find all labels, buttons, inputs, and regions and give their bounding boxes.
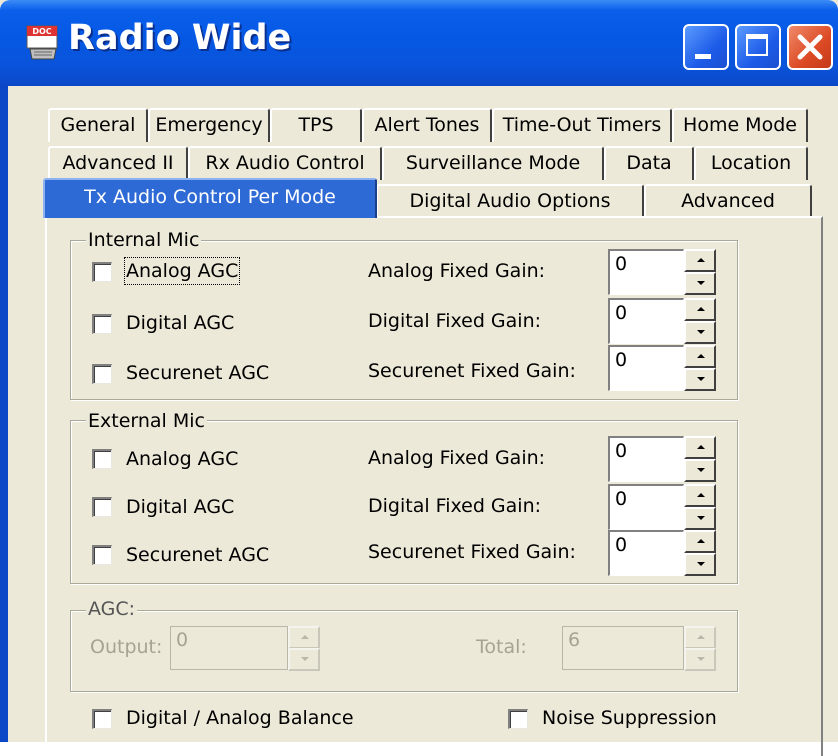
external-digital-agc-label[interactable]: Digital AGC <box>126 495 234 519</box>
external-digital-gain-up-button[interactable] <box>684 484 716 507</box>
external-securenet-gain-up-button[interactable] <box>684 530 716 553</box>
external-analog-agc-checkbox[interactable] <box>92 449 112 469</box>
noise-suppression-checkbox[interactable] <box>508 709 528 729</box>
arrow-down-icon <box>697 562 705 566</box>
arrow-up-icon <box>697 635 705 639</box>
internal-digital-gain-label: Digital Fixed Gain: <box>368 310 542 332</box>
external-mic-title: External Mic <box>86 410 207 432</box>
external-securenet-gain-down-button[interactable] <box>684 553 716 576</box>
external-securenet-gain-label: Securenet Fixed Gain: <box>368 541 576 563</box>
external-analog-gain-input[interactable]: 0 <box>608 436 684 482</box>
external-analog-gain-label: Analog Fixed Gain: <box>368 447 546 469</box>
internal-digital-gain-up-button[interactable] <box>684 298 716 321</box>
arrow-down-icon <box>697 281 705 285</box>
external-digital-gain-input[interactable]: 0 <box>608 484 684 530</box>
internal-securenet-gain-down-button[interactable] <box>684 368 716 391</box>
doc-icon: DOC <box>26 25 58 60</box>
agc-output-down-button[interactable] <box>288 648 320 671</box>
agc-output-input[interactable]: 0 <box>170 626 288 670</box>
tab-digital-audio-options[interactable]: Digital Audio Options <box>376 184 644 218</box>
arrow-down-icon <box>697 516 705 520</box>
internal-analog-gain-input[interactable]: 0 <box>608 249 684 295</box>
external-securenet-agc-checkbox[interactable] <box>92 545 112 565</box>
external-digital-gain-down-button[interactable] <box>684 507 716 530</box>
external-digital-agc-checkbox[interactable] <box>92 497 112 517</box>
arrow-down-icon <box>301 657 309 661</box>
arrow-up-icon <box>697 445 705 449</box>
svg-text:DOC: DOC <box>32 27 51 36</box>
internal-digital-gain-down-button[interactable] <box>684 321 716 344</box>
minimize-icon <box>695 54 711 59</box>
internal-securenet-agc-checkbox[interactable] <box>92 364 112 384</box>
external-analog-gain-up-button[interactable] <box>684 436 716 459</box>
internal-digital-agc-label[interactable]: Digital AGC <box>126 311 234 335</box>
window-title: Radio Wide <box>68 18 292 58</box>
arrow-down-icon <box>697 657 705 661</box>
window-frame-left <box>0 86 8 742</box>
internal-securenet-gain-up-button[interactable] <box>684 345 716 368</box>
tab-data[interactable]: Data <box>604 146 694 180</box>
maximize-icon <box>746 34 768 56</box>
close-button[interactable] <box>787 24 833 70</box>
agc-total-input[interactable]: 6 <box>562 626 684 670</box>
digital-analog-balance-checkbox[interactable] <box>92 709 112 729</box>
internal-analog-agc-label[interactable]: Analog AGC <box>123 257 241 285</box>
internal-analog-gain-label: Analog Fixed Gain: <box>368 260 546 282</box>
tab-tps[interactable]: TPS <box>270 108 362 142</box>
internal-digital-gain-input[interactable]: 0 <box>608 298 684 344</box>
minimize-button[interactable] <box>683 24 729 70</box>
radio-wide-window: DOC Radio Wide General Emergency TPS Ale… <box>0 0 838 756</box>
internal-analog-gain-up-button[interactable] <box>684 249 716 272</box>
tab-tx-audio-control-per-mode[interactable]: Tx Audio Control Per Mode <box>43 178 377 218</box>
agc-total-label: Total: <box>476 636 527 658</box>
arrow-up-icon <box>697 354 705 358</box>
arrow-down-icon <box>697 330 705 334</box>
external-securenet-agc-label[interactable]: Securenet AGC <box>126 543 269 567</box>
internal-analog-agc-checkbox[interactable] <box>92 262 112 282</box>
arrow-up-icon <box>697 493 705 497</box>
arrow-up-icon <box>697 258 705 262</box>
tab-rx-audio-control[interactable]: Rx Audio Control <box>188 146 382 180</box>
close-icon <box>797 34 823 60</box>
internal-digital-agc-checkbox[interactable] <box>92 314 112 334</box>
arrow-down-icon <box>697 377 705 381</box>
tab-surveillance-mode[interactable]: Surveillance Mode <box>382 146 604 180</box>
internal-mic-title: Internal Mic <box>86 229 202 251</box>
agc-total-up-button[interactable] <box>684 626 716 649</box>
internal-securenet-gain-label: Securenet Fixed Gain: <box>368 360 576 382</box>
internal-securenet-agc-label[interactable]: Securenet AGC <box>126 361 269 385</box>
digital-analog-balance-label[interactable]: Digital / Analog Balance <box>126 706 354 730</box>
internal-securenet-gain-input[interactable]: 0 <box>608 345 684 391</box>
agc-output-up-button[interactable] <box>288 626 320 649</box>
arrow-down-icon <box>697 468 705 472</box>
tab-general[interactable]: General <box>48 108 148 142</box>
external-digital-gain-label: Digital Fixed Gain: <box>368 495 542 517</box>
maximize-button[interactable] <box>735 24 781 70</box>
agc-output-label: Output: <box>90 636 163 658</box>
noise-suppression-label[interactable]: Noise Suppression <box>542 706 717 730</box>
tab-advanced-ii[interactable]: Advanced II <box>48 146 188 180</box>
agc-title: AGC: <box>86 598 138 620</box>
tab-advanced[interactable]: Advanced <box>644 184 812 218</box>
arrow-up-icon <box>301 635 309 639</box>
agc-total-down-button[interactable] <box>684 648 716 671</box>
title-bar[interactable]: DOC Radio Wide <box>0 0 838 86</box>
tab-alert-tones[interactable]: Alert Tones <box>362 108 492 142</box>
tab-emergency[interactable]: Emergency <box>148 108 270 142</box>
arrow-up-icon <box>697 307 705 311</box>
external-securenet-gain-input[interactable]: 0 <box>608 530 684 576</box>
arrow-up-icon <box>697 539 705 543</box>
external-analog-agc-label[interactable]: Analog AGC <box>126 447 238 471</box>
external-analog-gain-down-button[interactable] <box>684 459 716 482</box>
internal-analog-gain-down-button[interactable] <box>684 272 716 295</box>
tab-time-out-timers[interactable]: Time-Out Timers <box>492 108 672 142</box>
tab-home-mode[interactable]: Home Mode <box>672 108 808 142</box>
tab-location[interactable]: Location <box>694 146 808 180</box>
